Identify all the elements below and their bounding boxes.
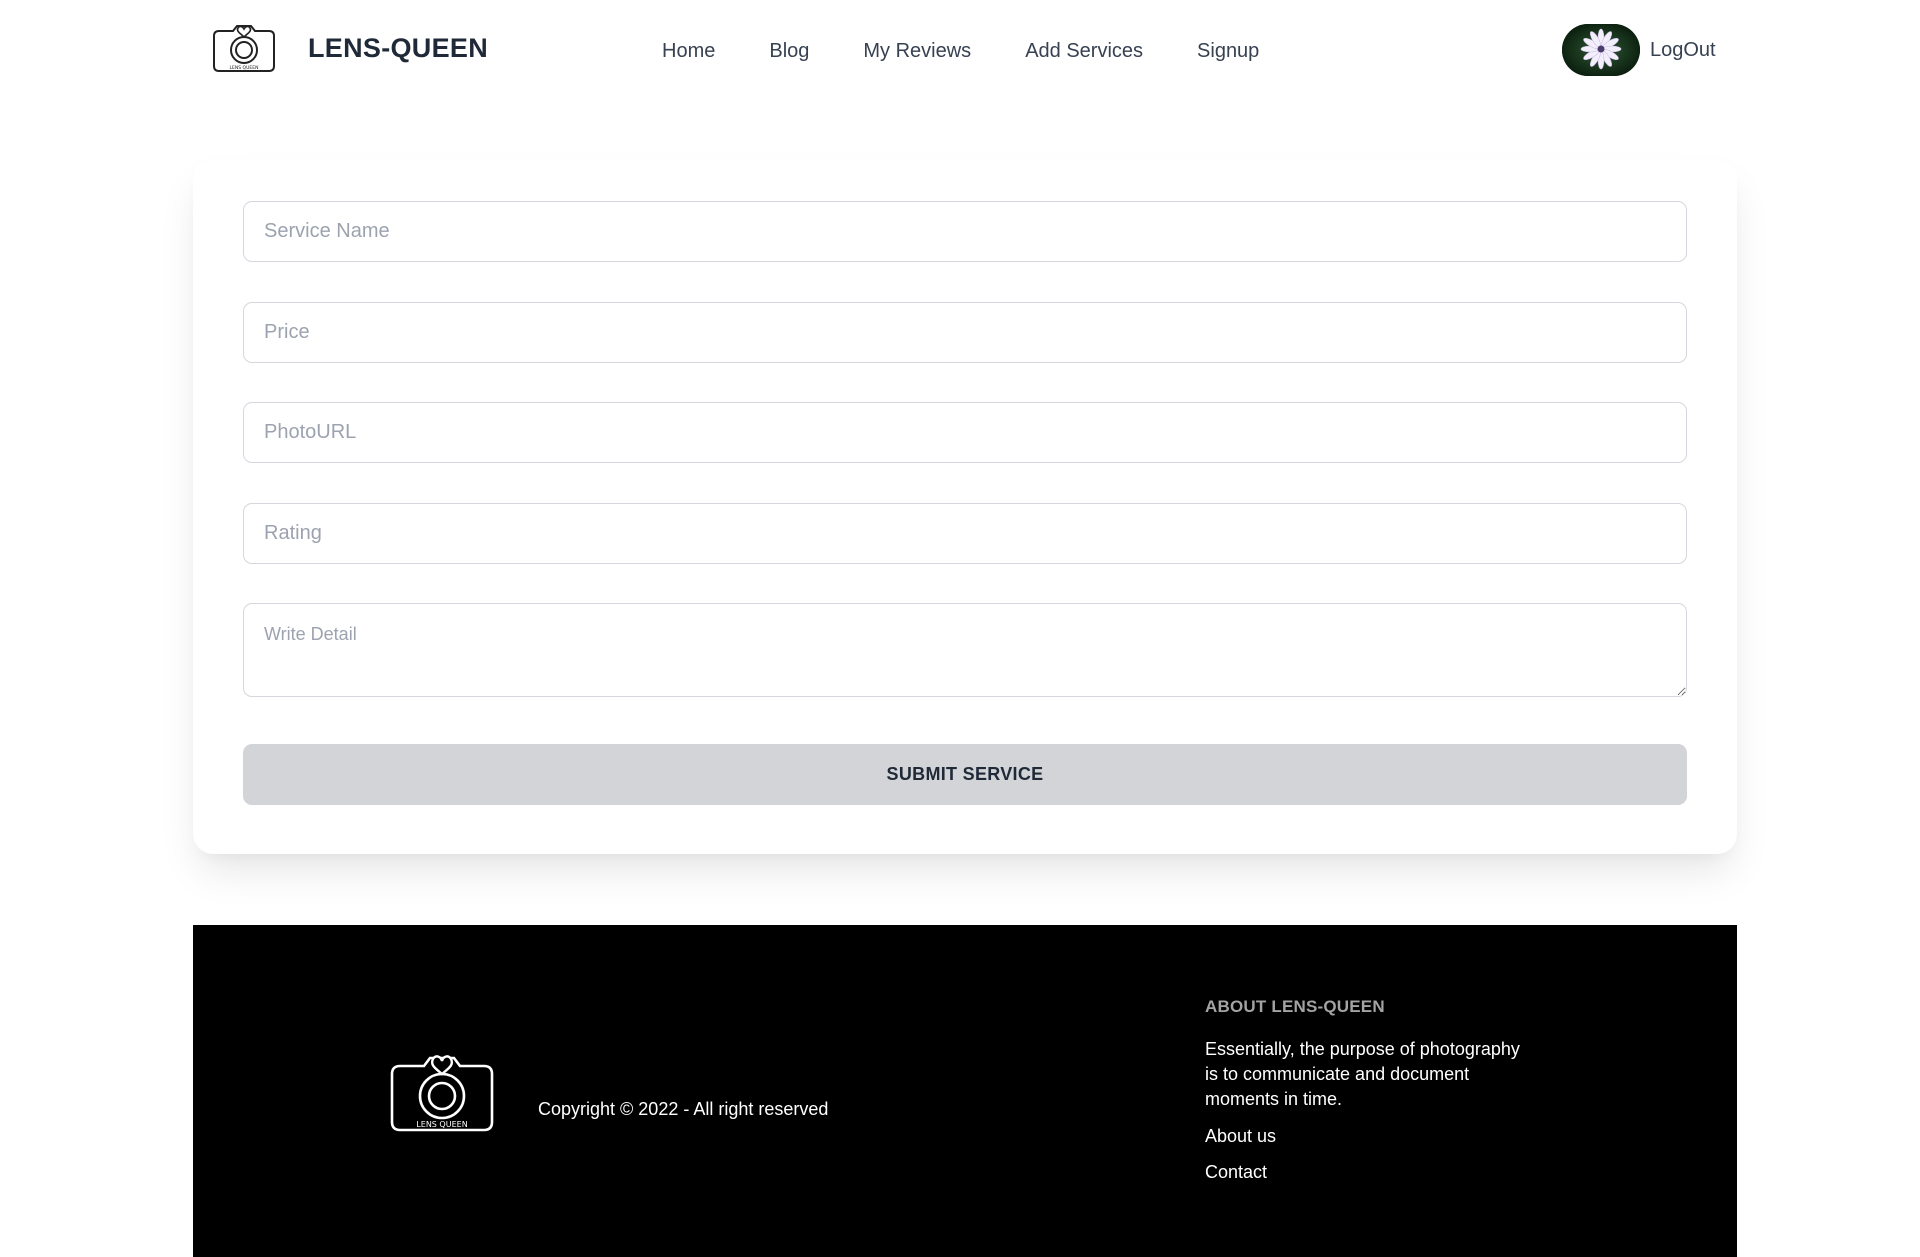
logout-button[interactable]: LogOut [1650,39,1716,62]
footer: LENS QUEEN Copyright © 2022 - All right … [193,925,1737,1257]
brand-name: LENS-QUEEN [308,32,489,63]
about-text: Essentially, the purpose of photography … [1205,1039,1520,1109]
detail-textarea[interactable] [243,603,1687,697]
copyright-text: Copyright © 2022 - All right reserved [538,1099,829,1119]
submit-service-button[interactable]: SUBMIT SERVICE [243,744,1687,805]
nav-item-add-services[interactable]: Add Services [1023,30,1145,72]
nav-item-my-reviews[interactable]: My Reviews [861,30,973,72]
camera-heart-icon: LENS QUEEN [213,25,275,72]
camera-heart-icon: LENS QUEEN [390,1055,494,1132]
footer-logo-text: LENS QUEEN [416,1120,467,1129]
service-name-input[interactable] [243,201,1687,262]
price-input[interactable] [243,302,1687,363]
user-area: LogOut [1562,24,1716,76]
nav-item-signup[interactable]: Signup [1195,30,1261,72]
about-section: ABOUT LENS-QUEEN Essentially, the purpos… [1205,997,1535,1196]
nav-menu: Home Blog My Reviews Add Services Signup [660,30,1261,72]
nav-item-home[interactable]: Home [660,30,717,72]
about-title: ABOUT LENS-QUEEN [1205,997,1385,1016]
brand-link[interactable]: LENS QUEEN LENS-QUEEN [210,22,488,74]
footer-link-about-us[interactable]: About us [1205,1124,1535,1149]
add-service-form: SUBMIT SERVICE [193,160,1737,854]
brand-logo-text: LENS QUEEN [230,65,259,71]
rating-input[interactable] [243,503,1687,564]
avatar[interactable] [1562,24,1640,76]
photo-url-input[interactable] [243,402,1687,463]
navbar: LENS QUEEN LENS-QUEEN Home Blog My Revie… [0,0,1920,102]
nav-item-blog[interactable]: Blog [767,30,811,72]
footer-link-contact[interactable]: Contact [1205,1160,1535,1185]
